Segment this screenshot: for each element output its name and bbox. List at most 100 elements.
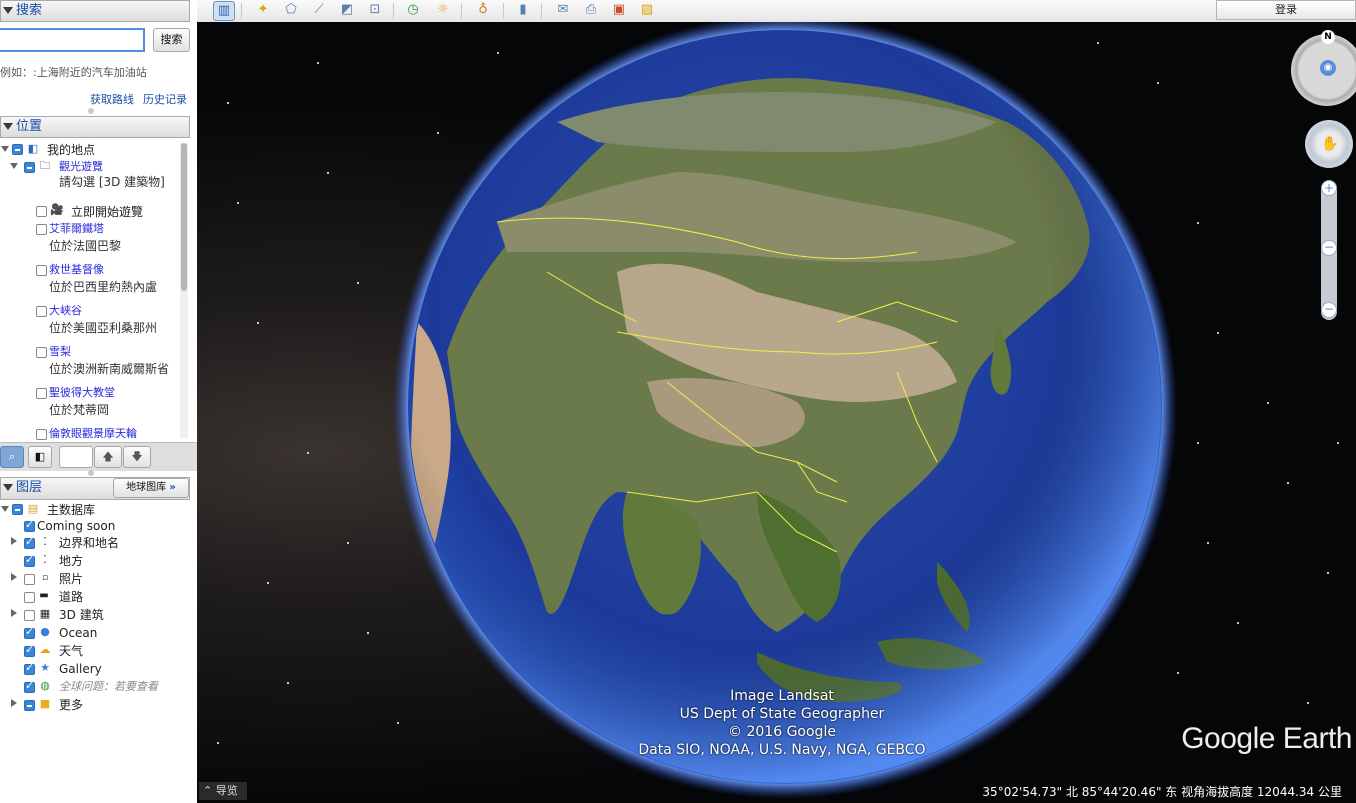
layer-label[interactable]: 天气 xyxy=(59,642,83,660)
layer-checkbox[interactable] xyxy=(24,610,35,621)
google-earth-logo: Google Earth xyxy=(1181,722,1352,755)
history-link[interactable]: 历史记录 xyxy=(143,91,187,107)
layer-label[interactable]: 边界和地名 xyxy=(59,534,119,552)
place-checkbox[interactable] xyxy=(36,388,47,399)
layer-checkbox[interactable] xyxy=(24,553,35,567)
places-icon: ⁚ xyxy=(43,553,47,566)
places-section-header[interactable]: 位置 xyxy=(0,116,190,138)
sidebar-toggle-icon[interactable]: ▥ xyxy=(213,1,235,21)
layer-checkbox[interactable] xyxy=(24,592,35,603)
compass-north[interactable]: N xyxy=(1321,30,1335,44)
map-view[interactable]: Image Landsat US Dept of State Geographe… xyxy=(197,22,1356,803)
email-icon[interactable]: ✉ xyxy=(553,1,573,19)
add-path-icon[interactable]: ⟋ xyxy=(309,1,329,19)
folder-icon: ◧ xyxy=(27,142,39,155)
place-checkbox[interactable] xyxy=(36,265,47,276)
search-button[interactable]: 搜索 xyxy=(153,28,190,52)
toolbar-divider xyxy=(461,3,462,19)
add-placemark-icon[interactable]: ✦ xyxy=(253,1,273,19)
add-overlay-icon[interactable]: ◩ xyxy=(337,1,357,19)
planets-icon[interactable]: ♁ xyxy=(473,1,493,19)
expand-icon[interactable] xyxy=(1,506,9,512)
start-tour-label[interactable]: 立即開始遊覽 xyxy=(71,203,143,221)
get-directions-link[interactable]: 获取路线 xyxy=(90,91,134,107)
layer-label[interactable]: 更多 xyxy=(59,696,83,714)
left-panel: 搜索 搜索 例如：:上海附近的汽车加油站 获取路线 历史记录 位置 ◧ 我的地点… xyxy=(0,0,198,803)
layer-label[interactable]: Coming soon xyxy=(37,517,115,535)
hand-icon[interactable]: ✋ xyxy=(1321,136,1338,152)
panel-toggle-icon[interactable]: ◧ xyxy=(28,446,52,468)
chevron-right-icon: » xyxy=(169,482,176,493)
place-checkbox[interactable] xyxy=(36,224,47,235)
expand-icon[interactable] xyxy=(11,537,17,545)
layer-checkbox[interactable] xyxy=(24,574,35,585)
layer-label[interactable]: 全球问题：若要查看 xyxy=(59,678,158,696)
earth-gallery-button[interactable]: 地球图库 » xyxy=(113,478,189,498)
expand-icon[interactable] xyxy=(10,163,18,169)
place-title[interactable]: 艾菲爾鐵塔 xyxy=(49,220,104,238)
places-filter-field[interactable] xyxy=(59,446,93,468)
place-title[interactable]: 聖彼得大教堂 xyxy=(49,384,115,402)
layer-checkbox[interactable] xyxy=(24,700,35,711)
place-checkbox[interactable] xyxy=(36,347,47,358)
collapse-icon xyxy=(3,484,13,491)
save-image-icon[interactable]: ▣ xyxy=(609,1,629,19)
layer-checkbox[interactable] xyxy=(24,661,35,675)
historical-imagery-icon[interactable]: ◷ xyxy=(403,1,423,19)
navigation-toggle[interactable]: ⌃ 导览 xyxy=(199,782,247,800)
layer-checkbox[interactable] xyxy=(24,643,35,657)
record-tour-icon[interactable]: ⊡ xyxy=(365,1,385,19)
expand-icon[interactable] xyxy=(11,573,17,581)
place-sub: 位於巴西里約熱內盧 xyxy=(49,280,158,294)
place-checkbox[interactable] xyxy=(36,306,47,317)
layer-label[interactable]: 地方 xyxy=(59,552,83,570)
layer-label[interactable]: 3D 建筑 xyxy=(59,606,104,624)
layer-label[interactable]: Ocean xyxy=(59,624,97,642)
my-places-label[interactable]: 我的地点 xyxy=(47,141,95,159)
zoom-in-icon[interactable]: + xyxy=(1321,180,1337,196)
login-button[interactable]: 登录 xyxy=(1216,0,1356,20)
layer-label[interactable]: 照片 xyxy=(59,570,83,588)
layer-checkbox[interactable] xyxy=(24,518,35,532)
layer-checkbox[interactable] xyxy=(24,679,35,693)
layer-label[interactable]: 道路 xyxy=(59,588,83,606)
layer-checkbox[interactable] xyxy=(24,535,35,549)
expand-icon[interactable] xyxy=(11,699,17,707)
place-title[interactable]: 救世基督像 xyxy=(49,261,104,279)
my-places-checkbox[interactable] xyxy=(12,144,23,155)
view-in-maps-icon[interactable]: ▨ xyxy=(637,1,657,19)
layer-label[interactable]: Gallery xyxy=(59,660,102,678)
move-up-icon[interactable]: 🡅 xyxy=(94,446,122,468)
expand-icon[interactable] xyxy=(1,146,9,152)
places-scroll-thumb[interactable] xyxy=(181,143,187,291)
search-places-icon[interactable]: ⌕ xyxy=(0,446,24,468)
resize-handle[interactable] xyxy=(88,108,94,114)
print-icon[interactable]: ⎙ xyxy=(581,1,601,19)
place-checkbox[interactable] xyxy=(36,429,47,440)
zoom-thumb[interactable]: − xyxy=(1321,240,1337,256)
place-title[interactable]: 雪梨 xyxy=(49,343,71,361)
layer-checkbox[interactable] xyxy=(12,504,23,515)
toolbar-divider xyxy=(241,3,242,19)
zoom-out-icon[interactable]: − xyxy=(1321,302,1337,318)
coordinates-readout: 35°02'54.73" 北 85°44'20.46" 东 视角海拔高度 120… xyxy=(982,785,1342,799)
move-down-icon[interactable]: 🡇 xyxy=(123,446,151,468)
eye-icon[interactable]: ◉ xyxy=(1320,60,1336,76)
resize-handle[interactable] xyxy=(88,470,94,476)
earth-globe[interactable] xyxy=(197,22,1356,803)
add-polygon-icon[interactable]: ⬠ xyxy=(281,1,301,19)
sunlight-icon[interactable]: ☼ xyxy=(433,1,453,19)
place-sub: 位於澳洲新南威爾斯省 xyxy=(49,362,170,376)
search-section-header[interactable]: 搜索 xyxy=(0,0,190,22)
start-tour-checkbox[interactable] xyxy=(36,206,47,217)
expand-icon[interactable] xyxy=(11,609,17,617)
ruler-icon[interactable]: ▮ xyxy=(513,1,533,19)
toolbar-divider xyxy=(503,3,504,19)
layer-checkbox[interactable] xyxy=(24,625,35,639)
tour-folder-checkbox[interactable] xyxy=(24,162,35,173)
search-input[interactable] xyxy=(0,28,145,52)
collapse-icon xyxy=(3,7,13,14)
place-title[interactable]: 大峽谷 xyxy=(49,302,82,320)
toolbar-divider xyxy=(541,3,542,19)
place-title[interactable]: 倫敦眼觀景摩天輪 xyxy=(49,425,137,443)
